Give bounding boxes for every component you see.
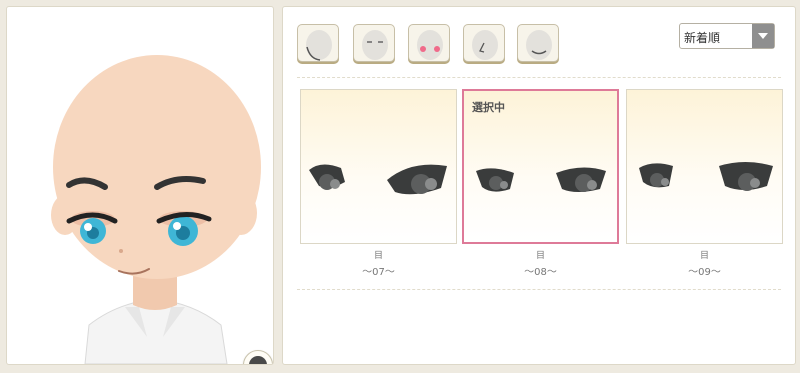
sort-order-value: 新着順 [684,31,721,45]
avatar-preview-image [51,55,261,364]
category-face-shape-button[interactable] [297,24,339,62]
chevron-down-icon[interactable] [752,24,774,48]
item-09-id-label: 目 [699,251,709,261]
avatar-preview-panel [6,6,274,365]
divider-top [297,77,781,78]
divider-bottom [297,289,781,290]
eye-item-card-09[interactable] [626,89,783,244]
category-nose-button[interactable] [463,24,505,62]
eye-style-08-image [476,167,606,192]
face-outline-icon [306,30,332,61]
category-cheeks-button[interactable] [408,24,450,62]
face-mouth-icon [526,30,552,60]
eye-item-card-07[interactable] [300,89,457,244]
face-nose-icon [472,30,498,60]
sort-order-select[interactable]: 新着順 [679,23,775,49]
item-07-name-label: ～07～ [362,267,395,278]
item-08-name-label: ～08～ [524,267,557,278]
face-eyebrows-icon [362,30,388,60]
face-blush-icon [417,30,443,60]
part-editor-panel: 新着順 目 ～07～ 選択中 目 ～08～ 目 ～09～ [282,6,796,365]
eye-style-09-image [639,162,773,191]
category-eyebrows-button[interactable] [353,24,395,62]
item-08-id-label: 目 [535,251,545,261]
eye-style-07-image [309,164,447,195]
item-09-name-label: ～09～ [688,267,721,278]
category-mouth-button[interactable] [517,24,559,62]
eye-item-card-08[interactable]: 選択中 [462,89,619,244]
item-07-id-label: 目 [373,251,383,261]
